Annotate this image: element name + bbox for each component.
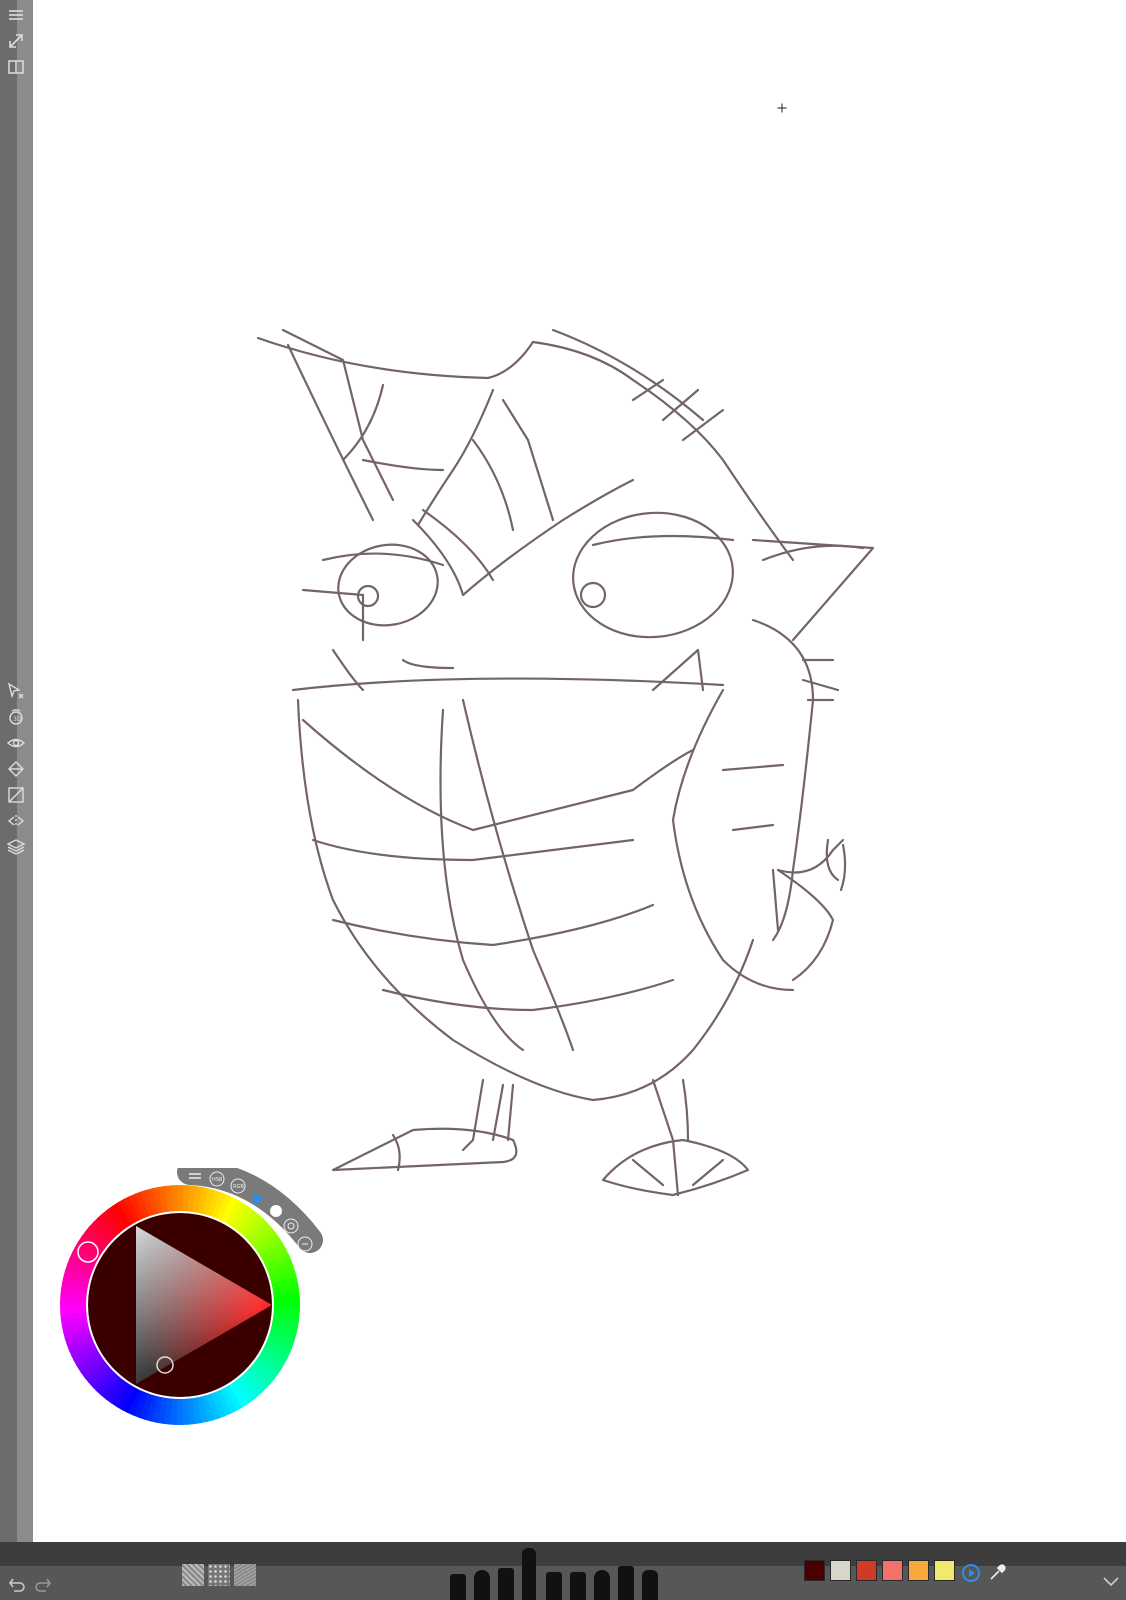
color-swatch[interactable]	[856, 1560, 877, 1581]
texture-3-icon[interactable]	[234, 1564, 256, 1586]
paintbrush-brush[interactable]	[570, 1572, 586, 1600]
symmetry-tool-icon[interactable]	[5, 810, 27, 832]
svg-text:HSB: HSB	[212, 1177, 223, 1183]
puck-menu: HSB RGB	[177, 1168, 323, 1253]
color-swatch[interactable]	[934, 1560, 955, 1581]
cursor-crosshair-icon	[777, 103, 787, 113]
fullscreen-icon[interactable]	[5, 30, 27, 52]
fill-tool-icon[interactable]	[5, 758, 27, 780]
marker-brush[interactable]	[498, 1568, 514, 1600]
layers-icon[interactable]	[5, 836, 27, 858]
redo-icon[interactable]	[32, 1573, 54, 1595]
menu-icon[interactable]	[5, 4, 27, 26]
color-swatch[interactable]	[830, 1560, 851, 1581]
texture-1-icon[interactable]	[182, 1564, 204, 1586]
chevron-down-icon[interactable]	[1100, 1570, 1122, 1592]
color-swatch[interactable]	[882, 1560, 903, 1581]
library-icon[interactable]	[5, 56, 27, 78]
undo-icon[interactable]	[6, 1573, 28, 1595]
transform-tool-icon[interactable]: 3D	[5, 706, 27, 728]
selection-tool-icon[interactable]	[5, 680, 27, 702]
brush-library	[448, 1542, 678, 1600]
technical-pen-brush[interactable]	[522, 1548, 536, 1600]
felt-tip-brush[interactable]	[546, 1572, 562, 1600]
ink-pen-brush[interactable]	[594, 1570, 610, 1600]
current-color-indicator[interactable]	[960, 1562, 982, 1584]
pencil-brush[interactable]	[450, 1574, 466, 1600]
visibility-icon[interactable]	[5, 732, 27, 754]
left-toolbar: 3D	[0, 0, 33, 1545]
nib-pen-brush[interactable]	[618, 1566, 634, 1600]
eyedropper-icon[interactable]	[986, 1562, 1008, 1584]
color-swatch[interactable]	[804, 1560, 825, 1581]
svg-text:3D: 3D	[13, 716, 22, 723]
svg-text:RGB: RGB	[233, 1184, 244, 1190]
color-puck[interactable]: HSB RGB	[60, 1168, 330, 1458]
ruler-tool-icon[interactable]	[5, 784, 27, 806]
spray-brush[interactable]	[642, 1570, 658, 1600]
color-swatch[interactable]	[908, 1560, 929, 1581]
brush-brush[interactable]	[474, 1570, 490, 1600]
white-mode-button[interactable]	[270, 1205, 282, 1217]
texture-2-icon[interactable]	[208, 1564, 230, 1586]
